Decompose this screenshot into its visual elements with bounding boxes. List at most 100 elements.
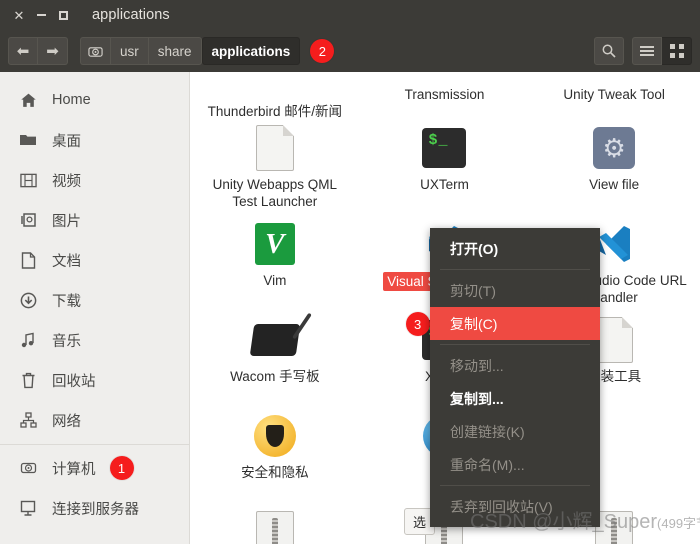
- file-item[interactable]: 安全和隐私: [190, 408, 360, 504]
- sidebar-item-label: 图片: [52, 213, 81, 230]
- file-item[interactable]: V Vim: [190, 216, 360, 312]
- sidebar-item-videos[interactable]: 视频: [0, 160, 189, 200]
- breadcrumb-badge: 2: [310, 39, 335, 63]
- context-menu-item-move-to-trash[interactable]: 丢弃到回收站(V): [430, 490, 600, 523]
- back-button[interactable]: ⬅: [8, 37, 38, 65]
- gear-icon: ⚙: [590, 124, 638, 172]
- file-item[interactable]: 备份: [190, 504, 360, 544]
- grid-view-button[interactable]: [662, 37, 692, 65]
- sidebar-partial-row: [0, 72, 189, 80]
- file-label: Unity Webapps QML Test Launcher: [212, 177, 337, 209]
- connect-server-icon: [16, 498, 40, 518]
- context-menu-separator: [440, 344, 590, 345]
- arrow-right-icon: ➡: [46, 42, 59, 60]
- search-icon: [601, 43, 617, 59]
- context-menu-separator: [440, 485, 590, 486]
- sidebar-item-label: 网络: [52, 413, 81, 430]
- file-item[interactable]: $_ UXTerm: [360, 120, 530, 216]
- close-icon: ✕: [13, 7, 25, 23]
- breadcrumb: usr share applications 2: [80, 37, 335, 65]
- file-item[interactable]: ⚙ View file: [529, 120, 699, 216]
- archive-icon: [251, 508, 299, 544]
- breadcrumb-item-usr[interactable]: usr: [110, 37, 148, 65]
- file-manager-window: ✕ applications ⬅ ➡ usr share application…: [0, 0, 700, 544]
- file-badge: 3: [405, 312, 430, 336]
- security-shield-icon: [251, 412, 299, 460]
- wacom-tablet-icon: [249, 316, 301, 364]
- sidebar-item-label: 下载: [52, 293, 81, 310]
- home-icon: [16, 90, 40, 110]
- sidebar-item-label: 文档: [52, 253, 81, 270]
- context-menu-separator: [440, 269, 590, 270]
- sidebar-item-label: 桌面: [52, 133, 81, 150]
- context-menu-item-copy[interactable]: 复制(C): [430, 307, 600, 340]
- navigation-toolbar: ⬅ ➡ usr share applications 2: [0, 30, 700, 72]
- sidebar-item-label: Home: [52, 92, 91, 108]
- list-view-button[interactable]: [632, 37, 662, 65]
- sidebar-item-home[interactable]: Home: [0, 80, 189, 120]
- file-label: Transmission: [404, 87, 485, 102]
- sidebar-item-network[interactable]: 网络: [0, 400, 189, 440]
- sidebar-divider: [0, 444, 189, 445]
- pictures-icon: [16, 210, 40, 230]
- sidebar-item-label: 音乐: [52, 333, 81, 350]
- vim-icon: V: [251, 220, 299, 268]
- file-label: Thunderbird 邮件/新闻: [207, 104, 342, 119]
- sidebar-item-label: 视频: [52, 173, 81, 190]
- close-button[interactable]: ✕: [8, 4, 30, 26]
- trash-icon: [16, 370, 40, 390]
- sidebar-item-downloads[interactable]: 下载: [0, 280, 189, 320]
- breadcrumb-item-applications[interactable]: applications: [201, 37, 301, 65]
- file-item[interactable]: Wacom 手写板: [190, 312, 360, 408]
- file-label: 安全和隐私: [241, 465, 309, 480]
- documents-icon: [16, 250, 40, 270]
- window-title: applications: [92, 7, 170, 23]
- breadcrumb-root[interactable]: [80, 37, 110, 65]
- sidebar-item-documents[interactable]: 文档: [0, 240, 189, 280]
- sidebar-item-pictures[interactable]: 图片: [0, 200, 189, 240]
- breadcrumb-item-share[interactable]: share: [147, 37, 202, 65]
- file-label: Vim: [263, 273, 287, 288]
- sidebar-item-computer[interactable]: 计算机 1: [0, 448, 189, 488]
- computer-icon: [16, 458, 40, 478]
- sidebar: Home 桌面 视频 图片 文档 下载 音乐 回收站 网络 计算机 1 连接到服…: [0, 72, 190, 544]
- forward-button[interactable]: ➡: [38, 37, 68, 65]
- file-label: View file: [589, 177, 640, 192]
- sidebar-item-label: 回收站: [52, 373, 96, 390]
- file-item[interactable]: Unity Webapps QML Test Launcher: [190, 120, 360, 216]
- file-item[interactable]: Thunderbird 邮件/新闻: [190, 72, 360, 120]
- file-label: Unity Tweak Tool: [563, 87, 665, 102]
- terminal-icon: $_: [420, 124, 468, 172]
- arrow-left-icon: ⬅: [16, 42, 30, 60]
- file-item[interactable]: Transmission: [360, 72, 530, 120]
- file-label: Wacom 手写板: [230, 369, 320, 384]
- context-menu-item-rename[interactable]: 重命名(M)...: [430, 448, 600, 481]
- sidebar-item-desktop[interactable]: 桌面: [0, 120, 189, 160]
- title-bar: ✕ applications: [0, 0, 700, 30]
- sidebar-item-music[interactable]: 音乐: [0, 320, 189, 360]
- context-menu-item-create-link[interactable]: 创建链接(K): [430, 415, 600, 448]
- context-menu-item-copy-to[interactable]: 复制到...: [430, 382, 600, 415]
- sidebar-item-trash[interactable]: 回收站: [0, 360, 189, 400]
- document-icon: [251, 124, 299, 172]
- context-menu[interactable]: 打开(O) 剪切(T) 复制(C) 移动到... 复制到... 创建链接(K) …: [430, 228, 600, 527]
- sidebar-item-connect-to-server[interactable]: 连接到服务器: [0, 488, 189, 528]
- list-view-icon: [640, 44, 654, 58]
- desktop-folder-icon: [16, 130, 40, 150]
- sidebar-item-label: 连接到服务器: [52, 501, 139, 518]
- context-menu-item-cut[interactable]: 剪切(T): [430, 274, 600, 307]
- grid-view-icon: [669, 44, 684, 58]
- view-mode-group: [632, 37, 692, 65]
- maximize-button[interactable]: [52, 4, 74, 26]
- sidebar-item-label: 计算机: [52, 461, 96, 478]
- downloads-icon: [16, 290, 40, 310]
- file-item[interactable]: Unity Tweak Tool: [529, 72, 699, 120]
- maximize-icon: [58, 10, 68, 20]
- search-button[interactable]: [594, 37, 624, 65]
- minimize-icon: [36, 14, 46, 16]
- sidebar-computer-badge: 1: [109, 456, 134, 480]
- context-menu-item-open[interactable]: 打开(O): [430, 232, 600, 265]
- minimize-button[interactable]: [30, 4, 52, 26]
- context-menu-item-move-to[interactable]: 移动到...: [430, 349, 600, 382]
- network-icon: [16, 410, 40, 430]
